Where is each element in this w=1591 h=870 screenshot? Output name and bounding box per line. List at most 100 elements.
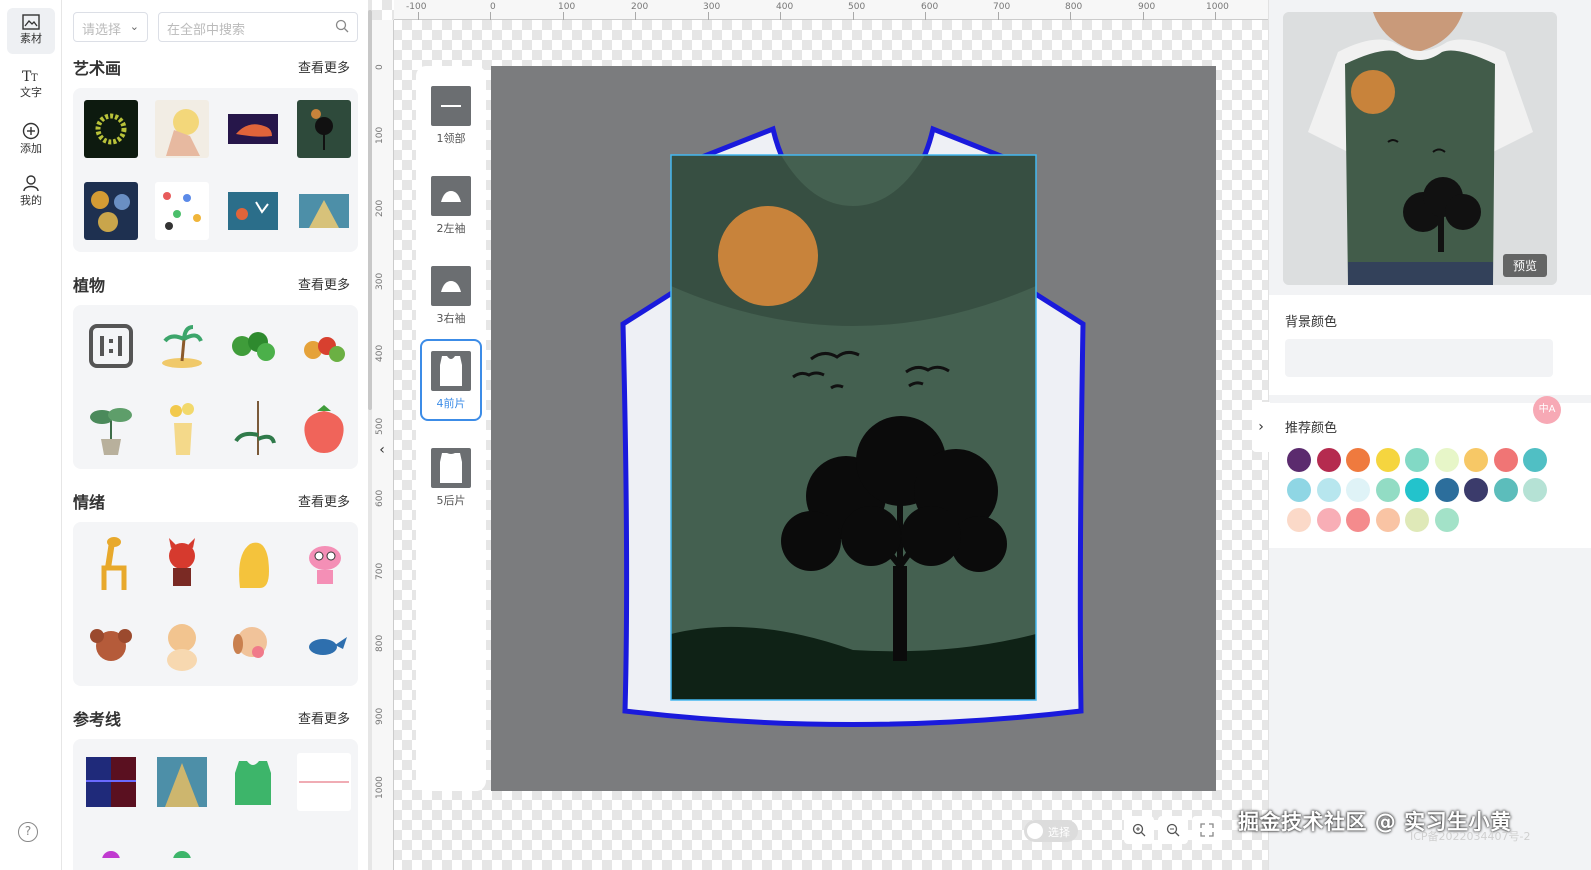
zoom-in-button[interactable] bbox=[1124, 816, 1154, 844]
potted-plant-image bbox=[90, 408, 132, 455]
section-title-art: 艺术画 bbox=[73, 59, 122, 78]
color-swatch[interactable] bbox=[1287, 508, 1311, 532]
guide-thumb-magenta[interactable] bbox=[84, 833, 138, 863]
more-link-plants[interactable]: 查看更多 bbox=[298, 274, 350, 293]
piece-label: 3右袖 bbox=[436, 312, 466, 325]
emotion-thumb-brown-dog[interactable] bbox=[84, 616, 138, 674]
art-thumb-doodles[interactable] bbox=[155, 182, 209, 240]
guide-thumb-line[interactable] bbox=[297, 753, 351, 811]
color-swatch[interactable] bbox=[1316, 448, 1341, 472]
more-link-guides[interactable]: 查看更多 bbox=[298, 708, 350, 727]
color-swatch[interactable] bbox=[1346, 448, 1370, 472]
piece-back[interactable]: 5后片 bbox=[420, 436, 482, 518]
color-swatch[interactable] bbox=[1316, 478, 1341, 502]
color-swatch[interactable] bbox=[1523, 478, 1547, 502]
background-color-input[interactable] bbox=[1285, 339, 1553, 377]
color-swatch[interactable] bbox=[1287, 478, 1311, 502]
color-swatch[interactable] bbox=[1464, 478, 1488, 502]
art-thumb-tree[interactable] bbox=[297, 100, 351, 158]
guide-thumb-green[interactable] bbox=[155, 833, 209, 863]
piece-collar[interactable]: 1领部 bbox=[420, 74, 482, 156]
more-link-emotions[interactable]: 查看更多 bbox=[298, 491, 350, 510]
color-swatch[interactable] bbox=[1405, 478, 1429, 502]
art-thumb-wreath[interactable] bbox=[84, 100, 138, 158]
shiba-dog-image bbox=[167, 624, 197, 671]
guide-thumb-vest[interactable] bbox=[226, 753, 280, 811]
emotion-thumb-giraffe[interactable] bbox=[84, 534, 138, 592]
rail-item-text[interactable]: TT 文字 bbox=[7, 62, 55, 108]
help-icon[interactable]: ? bbox=[18, 822, 38, 842]
art-thumb-bird[interactable] bbox=[226, 182, 280, 240]
color-swatch[interactable] bbox=[1434, 508, 1459, 532]
select-toggle[interactable]: 选择 bbox=[1024, 820, 1078, 842]
rail-item-mine[interactable]: 我的 bbox=[7, 168, 55, 214]
art-thumb-lady[interactable] bbox=[155, 100, 209, 158]
ruler-label: 500 bbox=[375, 417, 385, 435]
art-thumb-pattern[interactable] bbox=[84, 182, 138, 240]
castle-image bbox=[299, 194, 349, 228]
plant-thumb-potted[interactable] bbox=[84, 399, 138, 457]
ruler-label: 300 bbox=[375, 272, 385, 290]
plant-thumb-vase[interactable] bbox=[155, 399, 209, 457]
color-swatch[interactable] bbox=[1316, 508, 1341, 532]
color-swatch[interactable] bbox=[1493, 448, 1518, 472]
emotion-thumb-pink-creature[interactable] bbox=[297, 534, 351, 592]
plant-thumb-leaves[interactable] bbox=[226, 317, 280, 375]
emotion-thumb-bird[interactable] bbox=[297, 616, 351, 674]
blue-bird-image bbox=[309, 637, 347, 655]
ruler-label: 600 bbox=[921, 2, 939, 12]
color-swatch[interactable] bbox=[1434, 448, 1459, 472]
art-thumb-castle[interactable] bbox=[297, 182, 351, 240]
design-stage[interactable] bbox=[491, 66, 1216, 791]
image-icon bbox=[22, 14, 40, 30]
plant-thumb-branch[interactable] bbox=[226, 399, 280, 457]
guide-thumb-castle[interactable] bbox=[155, 753, 209, 811]
emotion-thumb-yellow-monster[interactable] bbox=[226, 534, 280, 592]
color-swatch[interactable] bbox=[1287, 448, 1311, 472]
color-swatch[interactable] bbox=[1493, 478, 1518, 502]
emotion-thumb-puppy[interactable] bbox=[226, 616, 280, 674]
rail-item-materials[interactable]: 素材 bbox=[7, 8, 55, 54]
asset-grid-guides bbox=[73, 739, 358, 870]
emotion-thumb-devil[interactable] bbox=[155, 534, 209, 592]
color-swatch[interactable] bbox=[1464, 448, 1488, 472]
fit-screen-button[interactable] bbox=[1192, 816, 1222, 844]
color-swatch[interactable] bbox=[1434, 478, 1459, 502]
zoom-out-button[interactable] bbox=[1158, 816, 1188, 844]
piece-right-sleeve[interactable]: 3右袖 bbox=[420, 254, 482, 336]
more-link-art[interactable]: 查看更多 bbox=[298, 57, 350, 76]
crane-scene-image bbox=[228, 192, 278, 230]
color-swatch[interactable] bbox=[1375, 478, 1400, 502]
color-swatch[interactable] bbox=[1523, 448, 1547, 472]
plant-thumb-palm[interactable] bbox=[155, 317, 209, 375]
plant-thumb-vegetables[interactable] bbox=[297, 317, 351, 375]
brown-dog-image bbox=[90, 629, 132, 661]
art-thumb-tiger[interactable] bbox=[226, 100, 280, 158]
color-swatch[interactable] bbox=[1375, 508, 1400, 532]
chevron-down-icon: ⌄ bbox=[129, 20, 139, 33]
front-piece-canvas[interactable] bbox=[491, 66, 1216, 791]
emotion-thumb-shiba[interactable] bbox=[155, 616, 209, 674]
plant-thumb-strawberry[interactable] bbox=[297, 399, 351, 457]
color-swatch[interactable] bbox=[1405, 508, 1429, 532]
rail-item-label: 文字 bbox=[20, 86, 42, 99]
piece-label: 5后片 bbox=[436, 494, 466, 507]
color-swatch[interactable] bbox=[1346, 478, 1370, 502]
text-icon: TT bbox=[22, 69, 38, 84]
translate-float-button[interactable]: 中A bbox=[1533, 396, 1561, 424]
preview-button[interactable]: 预览 bbox=[1502, 254, 1547, 277]
rail-item-add[interactable]: 添加 bbox=[7, 116, 55, 162]
piece-front[interactable]: 4前片 bbox=[420, 339, 482, 421]
search-input[interactable]: 在全部中搜索 bbox=[158, 12, 358, 42]
color-swatch[interactable] bbox=[1346, 508, 1370, 532]
artwork-layer[interactable] bbox=[670, 154, 1037, 701]
color-swatch[interactable] bbox=[1375, 448, 1400, 472]
piece-left-sleeve[interactable]: 2左袖 bbox=[420, 164, 482, 246]
collapse-panel-chevron-icon[interactable]: ‹ bbox=[374, 438, 390, 462]
category-select[interactable]: 请选择 ⌄ bbox=[73, 12, 148, 42]
guide-thumb-stripes[interactable] bbox=[84, 753, 138, 811]
expand-panel-chevron-icon[interactable]: › bbox=[1252, 402, 1270, 452]
stripes-image bbox=[86, 757, 136, 807]
color-swatch[interactable] bbox=[1405, 448, 1429, 472]
plant-thumb-ratio[interactable] bbox=[84, 317, 138, 375]
